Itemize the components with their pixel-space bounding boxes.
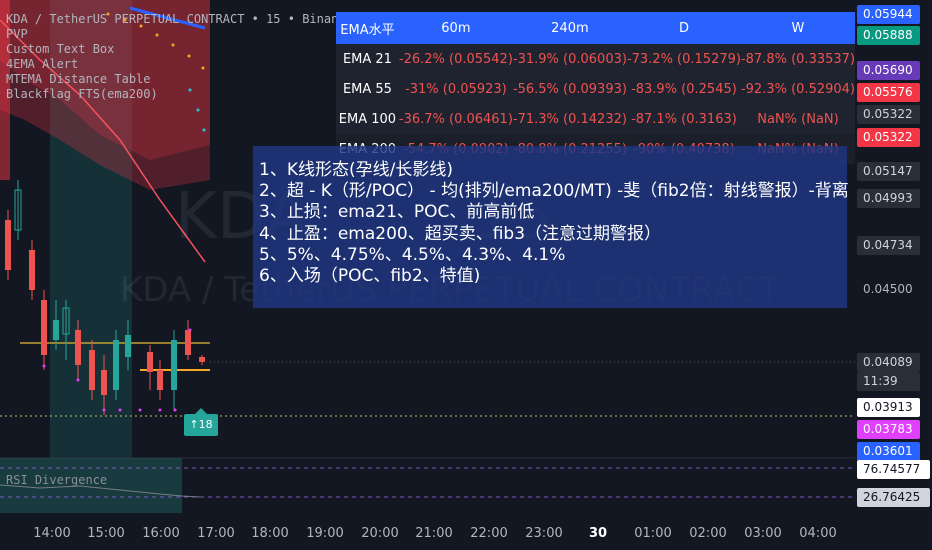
price-axis[interactable]: 0.05944 0.05888 0.05690 0.05576 0.05322 … (855, 0, 932, 518)
table-row: EMA 55 -31% (0.05923) -56.5% (0.09393) -… (336, 74, 855, 104)
price-label: 0.05147 (857, 162, 920, 181)
table-row: EMA 100 -36.7% (0.06461) -71.3% (0.14232… (336, 104, 855, 134)
price-label: 0.05888 (857, 26, 920, 45)
table-cell: EMA 55 (336, 74, 399, 104)
table-cell: -87.8% (0.33537) (740, 44, 855, 74)
price-label: 0.03783 (857, 420, 920, 439)
indicator-legend[interactable]: KDA / TetherUS PERPETUAL CONTRACT • 15 •… (6, 12, 353, 102)
table-header-cell: EMA水平 (336, 12, 399, 44)
table-row: EMA 21 -26.2% (0.05542) -31.9% (0.06003)… (336, 44, 855, 74)
table-cell: -36.7% (0.06461) (398, 104, 513, 134)
price-label: 0.04993 (857, 189, 920, 208)
legend-indicator[interactable]: Blackflag FTS(ema200) (6, 87, 353, 102)
table-cell: -73.2% (0.15279) (626, 44, 741, 74)
price-label: 0.04734 (857, 236, 920, 255)
signal-badge[interactable]: ↑18 (184, 408, 218, 436)
legend-indicator[interactable]: 4EMA Alert (6, 57, 353, 72)
legend-title[interactable]: KDA / TetherUS PERPETUAL CONTRACT • 15 •… (6, 12, 353, 27)
table-cell: -83.9% (0.2545) (626, 74, 741, 104)
text-line: 4、止盈：ema200、超买卖、fib3（注意过期警报） (259, 223, 662, 244)
price-label: 0.04500 (863, 282, 913, 296)
price-label: 0.05322 (857, 105, 920, 124)
price-label: 0.05690 (857, 61, 920, 80)
legend-indicator[interactable]: PVP (6, 27, 353, 42)
time-label: 02:00 (689, 526, 727, 541)
rsi-value-label: 76.74577 (857, 460, 930, 479)
ema-distance-table: EMA水平 60m 240m D W EMA 21 -26.2% (0.0554… (336, 12, 855, 164)
time-label: 16:00 (142, 526, 180, 541)
custom-text-box[interactable]: 1、K线形态(孕线/长影线) 2、超 - K（形/POC） - 均(排列/ema… (253, 146, 849, 308)
text-line: 2、超 - K（形/POC） - 均(排列/ema200/MT) -斐（fib2… (259, 181, 849, 202)
table-cell: -56.5% (0.09393) (512, 74, 627, 104)
time-label: 19:00 (306, 526, 344, 541)
rsi-value-label: 26.76425 (857, 488, 930, 507)
text-line: 3、止损：ema21、POC、前高前低 (259, 202, 535, 223)
time-label: 22:00 (470, 526, 508, 541)
table-header-cell: D (626, 12, 741, 44)
countdown-label: 11:39 (857, 372, 920, 391)
price-label: 0.05322 (857, 128, 920, 147)
price-label: 0.05944 (857, 5, 920, 24)
table-cell: EMA 100 (336, 104, 399, 134)
table-cell: EMA 21 (336, 44, 399, 74)
table-header-row: EMA水平 60m 240m D W (336, 12, 855, 44)
chart-pane[interactable]: KDA 15 KDA / TetherUS PERPETUAL CONTRACT… (0, 0, 855, 518)
rsi-pane-label[interactable]: RSI Divergence (6, 473, 107, 487)
time-label: 18:00 (251, 526, 289, 541)
table-cell: -31% (0.05923) (398, 74, 513, 104)
legend-indicator[interactable]: Custom Text Box (6, 42, 353, 57)
table-cell: -87.1% (0.3163) (626, 104, 741, 134)
price-label: 0.04089 (857, 353, 920, 372)
time-label: 14:00 (33, 526, 71, 541)
time-axis[interactable]: 14:00 15:00 16:00 17:00 18:00 19:00 20:0… (0, 518, 855, 550)
table-cell: -31.9% (0.06003) (512, 44, 627, 74)
text-line: 1、K线形态(孕线/长影线) (259, 160, 453, 180)
time-label: 21:00 (415, 526, 453, 541)
time-label: 03:00 (744, 526, 782, 541)
price-label: 0.05576 (857, 83, 920, 102)
table-header-cell: 240m (512, 12, 627, 44)
table-cell: -71.3% (0.14232) (512, 104, 627, 134)
table-cell: NaN% (NaN) (740, 104, 855, 134)
time-label: 20:00 (361, 526, 399, 541)
time-label: 04:00 (799, 526, 837, 541)
text-line: 6、入场（POC、fib2、特值) (259, 266, 481, 287)
table-cell: -92.3% (0.52904) (740, 74, 855, 104)
legend-indicator[interactable]: MTEMA Distance Table (6, 72, 353, 87)
current-price-label: 0.03913 (857, 398, 920, 417)
price-label: 0.03601 (857, 442, 920, 461)
time-label: 15:00 (87, 526, 125, 541)
time-label: 17:00 (197, 526, 235, 541)
table-header-cell: 60m (398, 12, 513, 44)
time-label: 23:00 (525, 526, 563, 541)
date-label: 30 (588, 526, 608, 541)
text-line: 5、5%、4.75%、4.5%、4.3%、4.1% (259, 244, 566, 265)
table-cell: -26.2% (0.05542) (398, 44, 513, 74)
time-label: 01:00 (634, 526, 672, 541)
table-header-cell: W (740, 12, 855, 44)
